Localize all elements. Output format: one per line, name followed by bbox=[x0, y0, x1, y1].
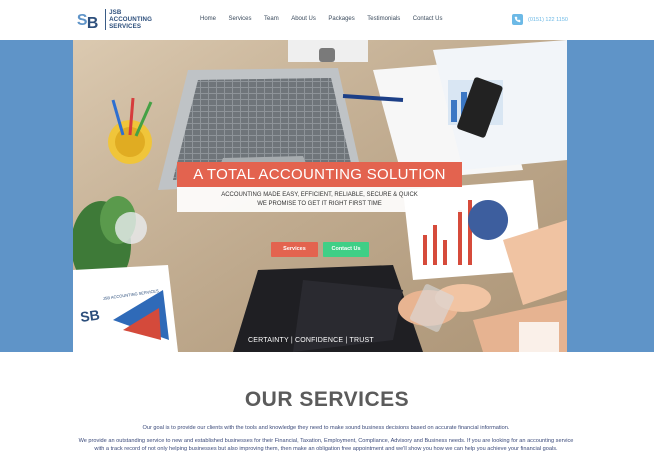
nav-services[interactable]: Services bbox=[229, 13, 252, 25]
hero-subtitle-line-1: ACCOUNTING MADE EASY, EFFICIENT, RELIABL… bbox=[221, 192, 418, 198]
phone-number: (0151) 122 1150 bbox=[528, 16, 568, 23]
services-description: We provide an outstanding service to new… bbox=[78, 438, 574, 452]
svg-text:B: B bbox=[87, 15, 98, 32]
logo-mark-icon: S B bbox=[76, 8, 102, 32]
main-nav: Home Services Team About Us Packages Tes… bbox=[200, 13, 455, 25]
nav-about-us[interactable]: About Us bbox=[291, 13, 316, 25]
site-header: S B JSB ACCOUNTING SERVICES Home Service… bbox=[0, 0, 654, 40]
logo-line-1: JSB bbox=[109, 8, 122, 16]
phone-icon bbox=[512, 14, 523, 25]
nav-team[interactable]: Team bbox=[264, 13, 279, 25]
hero-title: A TOTAL ACCOUNTING SOLUTION bbox=[177, 162, 462, 187]
contact-us-button[interactable]: Contact Us bbox=[323, 242, 369, 257]
logo[interactable]: S B JSB ACCOUNTING SERVICES bbox=[76, 4, 152, 34]
services-intro: Our goal is to provide our clients with … bbox=[142, 425, 510, 431]
logo-wordmark: JSB ACCOUNTING SERVICES bbox=[105, 8, 152, 30]
nav-packages[interactable]: Packages bbox=[328, 13, 354, 25]
services-heading: OUR SERVICES bbox=[244, 388, 410, 411]
logo-line-3: SERVICES bbox=[109, 22, 142, 30]
hero-banner: SB JSB ACCOUNTING SERVICES A TOTAL ACCOU… bbox=[73, 40, 567, 352]
svg-text:S: S bbox=[77, 12, 88, 29]
logo-line-2: ACCOUNTING bbox=[109, 15, 152, 23]
nav-testimonials[interactable]: Testimonials bbox=[367, 13, 400, 25]
phone-contact[interactable]: (0151) 122 1150 bbox=[512, 14, 568, 25]
hero-tagline: CERTAINTY | CONFIDENCE | TRUST bbox=[248, 337, 374, 344]
nav-home[interactable]: Home bbox=[200, 13, 216, 25]
hero-subtitle-line-2: WE PROMISE TO GET IT RIGHT FIRST TIME bbox=[257, 201, 382, 207]
services-button[interactable]: Services bbox=[271, 242, 318, 257]
nav-contact-us[interactable]: Contact Us bbox=[413, 13, 443, 25]
svg-text:SB: SB bbox=[79, 306, 100, 325]
hero-subtitle: ACCOUNTING MADE EASY, EFFICIENT, RELIABL… bbox=[177, 187, 462, 212]
